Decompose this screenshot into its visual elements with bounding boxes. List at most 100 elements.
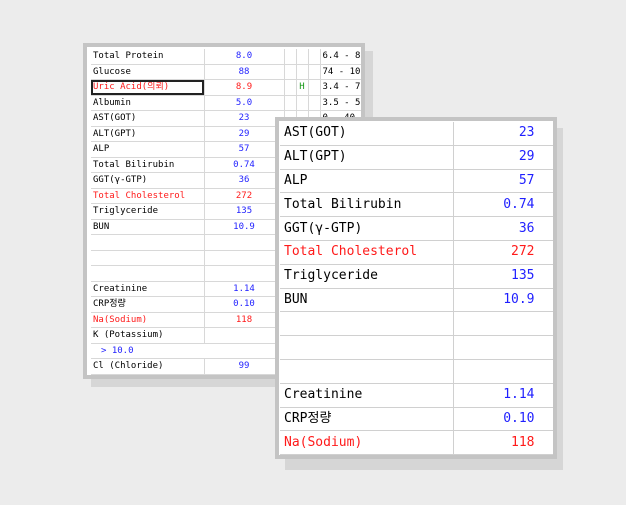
test-value: 57 (204, 141, 285, 158)
test-name[interactable]: Total Bilirubin (91, 157, 205, 173)
test-value (453, 359, 553, 384)
test-name[interactable]: ALP (280, 169, 454, 194)
test-name[interactable]: ALT(GPT) (91, 126, 205, 142)
test-name[interactable]: AST(GOT) (280, 122, 454, 146)
test-value: 0.10 (204, 296, 285, 313)
test-name[interactable]: Uric Acid(의뢰) (91, 79, 205, 96)
empty-cell (308, 79, 321, 96)
test-value: 29 (204, 126, 285, 142)
test-value (453, 335, 553, 360)
table-row[interactable]: Total Protein 8.0 6.4 - 8 (91, 49, 361, 65)
test-name[interactable]: Cl (Chloride) (91, 358, 205, 375)
test-name[interactable]: Total Bilirubin (280, 192, 454, 218)
test-value: 272 (453, 240, 553, 265)
test-value: 0.10 (453, 407, 553, 432)
test-value: 88 (204, 64, 285, 80)
test-value: 272 (204, 188, 285, 204)
test-name[interactable]: Total Cholesterol (91, 188, 205, 204)
table-row[interactable]: Glucose 88 74 - 10 (91, 64, 361, 80)
test-name[interactable]: Total Protein (91, 49, 205, 65)
table-row[interactable]: AST(GOT) 23 (280, 122, 553, 146)
test-name[interactable] (91, 234, 205, 251)
test-value: 135 (204, 203, 285, 220)
flag-cell (296, 95, 309, 111)
test-value (204, 250, 285, 266)
test-name[interactable]: AST(GOT) (91, 110, 205, 127)
table-row[interactable]: ALT(GPT) 29 (280, 145, 553, 170)
empty-cell (308, 64, 321, 80)
test-name[interactable]: GGT(γ-GTP) (91, 172, 205, 189)
table-row[interactable]: BUN 10.9 (280, 288, 553, 313)
test-name[interactable]: BUN (280, 288, 454, 313)
table-row[interactable]: Creatinine 1.14 (280, 383, 553, 408)
table-row[interactable]: Total Cholesterol 272 (280, 240, 553, 265)
reference-range: 6.4 - 8 (320, 49, 361, 65)
test-value: 5.0 (204, 95, 285, 111)
table-row[interactable] (280, 359, 553, 384)
flag-cell (296, 49, 309, 65)
test-value: 118 (204, 312, 285, 328)
empty-cell (284, 79, 297, 96)
test-value: 10.9 (204, 219, 285, 235)
test-name[interactable]: ALP (91, 141, 205, 158)
test-value: 29 (453, 145, 553, 170)
test-name[interactable] (280, 359, 454, 384)
flag-cell: H (296, 79, 309, 96)
table-row[interactable] (280, 335, 553, 360)
test-name[interactable]: Total Cholesterol (280, 240, 454, 265)
test-name[interactable] (280, 335, 454, 360)
test-value: 36 (453, 216, 553, 241)
test-name[interactable] (280, 311, 454, 337)
test-value: 1.14 (204, 281, 285, 297)
test-value: 1.14 (453, 383, 553, 408)
test-name[interactable]: BUN (91, 219, 205, 235)
test-value: 8.0 (204, 49, 285, 65)
table-row[interactable]: CRP정량 0.10 (280, 407, 553, 432)
reference-range: 3.4 - 7 (320, 79, 361, 96)
test-value: 99 (204, 358, 285, 375)
test-name[interactable]: GGT(γ-GTP) (280, 216, 454, 241)
test-name[interactable]: Glucose (91, 64, 205, 80)
flag-cell (296, 64, 309, 80)
empty-cell (284, 95, 297, 111)
test-value: 36 (204, 172, 285, 189)
test-value: 118 (453, 430, 553, 455)
empty-cell (284, 64, 297, 80)
empty-cell (308, 95, 321, 111)
empty-cell (284, 49, 297, 65)
test-value (204, 265, 285, 282)
test-name[interactable]: Triglyceride (280, 264, 454, 289)
table-row[interactable]: Triglyceride 135 (280, 264, 553, 289)
test-value (204, 234, 285, 251)
test-name[interactable] (91, 250, 205, 266)
test-name[interactable] (91, 265, 205, 282)
reference-range: 74 - 10 (320, 64, 361, 80)
test-name[interactable]: CRP정량 (91, 296, 205, 313)
test-name[interactable]: Na(Sodium) (280, 430, 454, 455)
table-row[interactable]: Uric Acid(의뢰) 8.9 H 3.4 - 7 (91, 79, 361, 96)
reference-range: 3.5 - 5 (320, 95, 361, 111)
test-value: 10.9 (453, 288, 553, 313)
test-name[interactable]: Creatinine (280, 383, 454, 408)
test-value: 135 (453, 264, 553, 289)
table-row[interactable]: Total Bilirubin 0.74 (280, 192, 553, 218)
empty-cell (308, 49, 321, 65)
test-name[interactable]: Albumin (91, 95, 205, 111)
test-value: 0.74 (204, 157, 285, 173)
table-row[interactable]: Na(Sodium) 118 (280, 430, 553, 455)
table-row[interactable]: GGT(γ-GTP) 36 (280, 216, 553, 241)
test-name[interactable]: Na(Sodium) (91, 312, 205, 328)
test-value: 8.9 (204, 79, 285, 96)
test-value (453, 311, 553, 337)
test-name[interactable]: Creatinine (91, 281, 205, 297)
table-row[interactable] (280, 311, 553, 337)
test-name[interactable]: ALT(GPT) (280, 145, 454, 170)
test-name[interactable]: CRP정량 (280, 407, 454, 432)
test-value: 0.74 (453, 192, 553, 218)
test-name[interactable]: Triglyceride (91, 203, 205, 220)
test-name[interactable]: K (Potassium) (91, 327, 205, 344)
lab-results-table-zoomed: AST(GOT) 23 ALT(GPT) 29 ALP 57 Total Bilirubin… (275, 117, 557, 459)
table-row[interactable]: Albumin 5.0 3.5 - 5 (91, 95, 361, 111)
table-row[interactable]: ALP 57 (280, 169, 553, 194)
test-value: 23 (453, 122, 553, 146)
